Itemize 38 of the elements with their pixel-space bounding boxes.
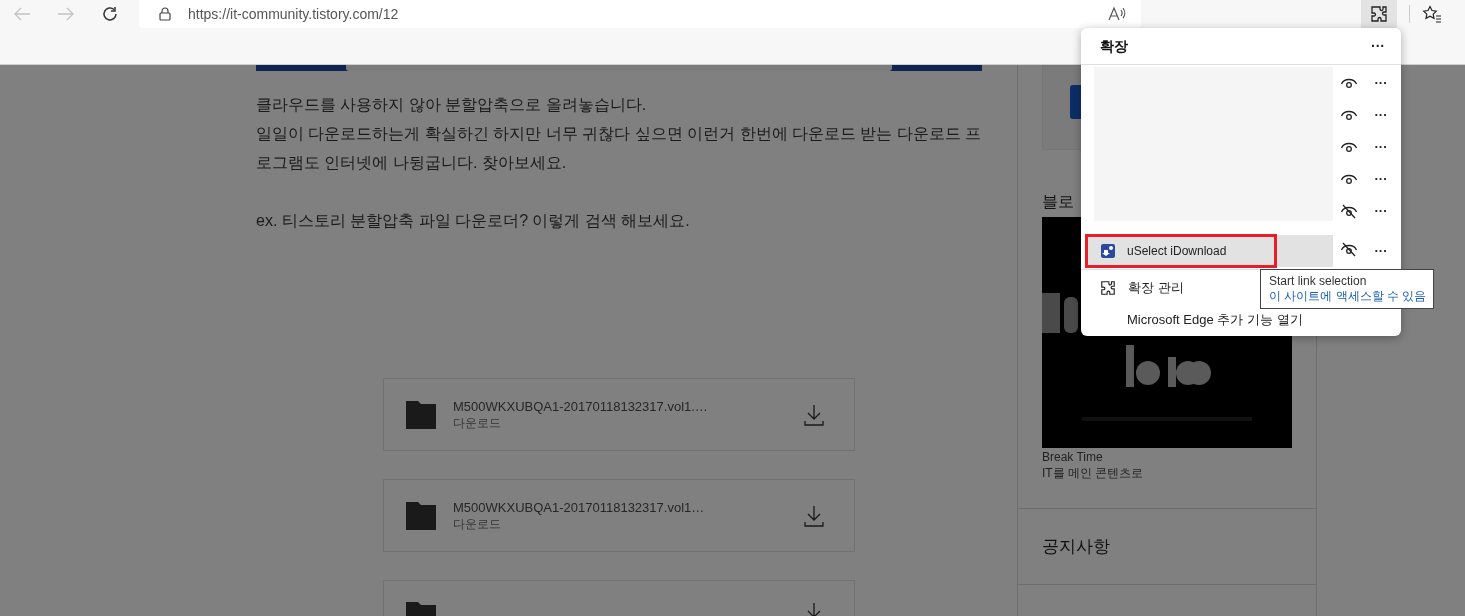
more-button[interactable]: ··· bbox=[1371, 35, 1385, 57]
puzzle-icon bbox=[1370, 5, 1388, 23]
paragraph: 클라우드를 사용하지 않아 분할압축으로 올려놓습니다. bbox=[256, 95, 648, 115]
get-extensions-link[interactable]: Microsoft Edge 추가 기능 열기 bbox=[1081, 304, 1401, 336]
file-name: M500WKXUBQA1-20170118132317.vol1… bbox=[453, 499, 706, 516]
tooltip-access: 이 사이트에 액세스할 수 있음 bbox=[1269, 289, 1425, 304]
paragraph: 일일이 다운로드하는게 확실하긴 하지만 너무 귀찮다 싶으면 이런거 한번에 다운로드 받는 다운로드 프로그램도 인터넷에 나뒹굽니다. 찾아보세요. bbox=[256, 124, 982, 173]
paragraph: ex. 티스토리 분할압축 파일 다운로더? 이렇게 검색 해보세요. bbox=[256, 211, 691, 231]
file-name: M500WKXUBQA1-20170118132317.vol1.… bbox=[453, 398, 709, 415]
tooltip-title: Start link selection bbox=[1269, 274, 1368, 289]
more-button[interactable]: ··· bbox=[1369, 201, 1393, 221]
refresh-icon[interactable] bbox=[101, 5, 119, 23]
file-card[interactable]: M500WKXUBQA1-20170118132317.vol1.… 다운로드 bbox=[383, 378, 855, 451]
blog-name[interactable]: Break Time bbox=[1042, 449, 1316, 465]
blog-description: IT를 메인 콘텐츠로 bbox=[1042, 465, 1145, 481]
folder-icon bbox=[406, 400, 436, 429]
lock-icon bbox=[159, 7, 171, 21]
more-button[interactable]: ··· bbox=[1369, 169, 1393, 189]
download-label: 다운로드 bbox=[453, 415, 502, 431]
extension-icon bbox=[1101, 244, 1115, 258]
address-bar[interactable]: https://it-community.tistory.com/12 bbox=[139, 0, 1141, 28]
folder-icon bbox=[406, 501, 436, 530]
more-button[interactable]: ··· bbox=[1369, 137, 1393, 157]
download-icon[interactable] bbox=[804, 403, 824, 426]
section-heading: 공지사항 bbox=[1042, 535, 1110, 558]
more-button[interactable]: ··· bbox=[1369, 73, 1393, 93]
favorites-icon[interactable] bbox=[1422, 5, 1442, 23]
popup-title: 확장 bbox=[1100, 36, 1128, 56]
url-text: https://it-community.tistory.com/12 bbox=[188, 4, 399, 24]
download-icon[interactable] bbox=[804, 504, 824, 527]
extensions-button[interactable] bbox=[1361, 0, 1397, 28]
read-aloud-icon[interactable] bbox=[1107, 6, 1127, 22]
section-heading: 블로 bbox=[1042, 192, 1075, 212]
file-card[interactable]: M500WKXUBQA1-20170118132317.vol1… 다운로드 bbox=[383, 479, 855, 552]
puzzle-icon bbox=[1100, 280, 1116, 296]
more-button[interactable]: ··· bbox=[1369, 241, 1393, 261]
more-button[interactable]: ··· bbox=[1369, 105, 1393, 125]
download-label: 다운로드 bbox=[453, 516, 502, 532]
